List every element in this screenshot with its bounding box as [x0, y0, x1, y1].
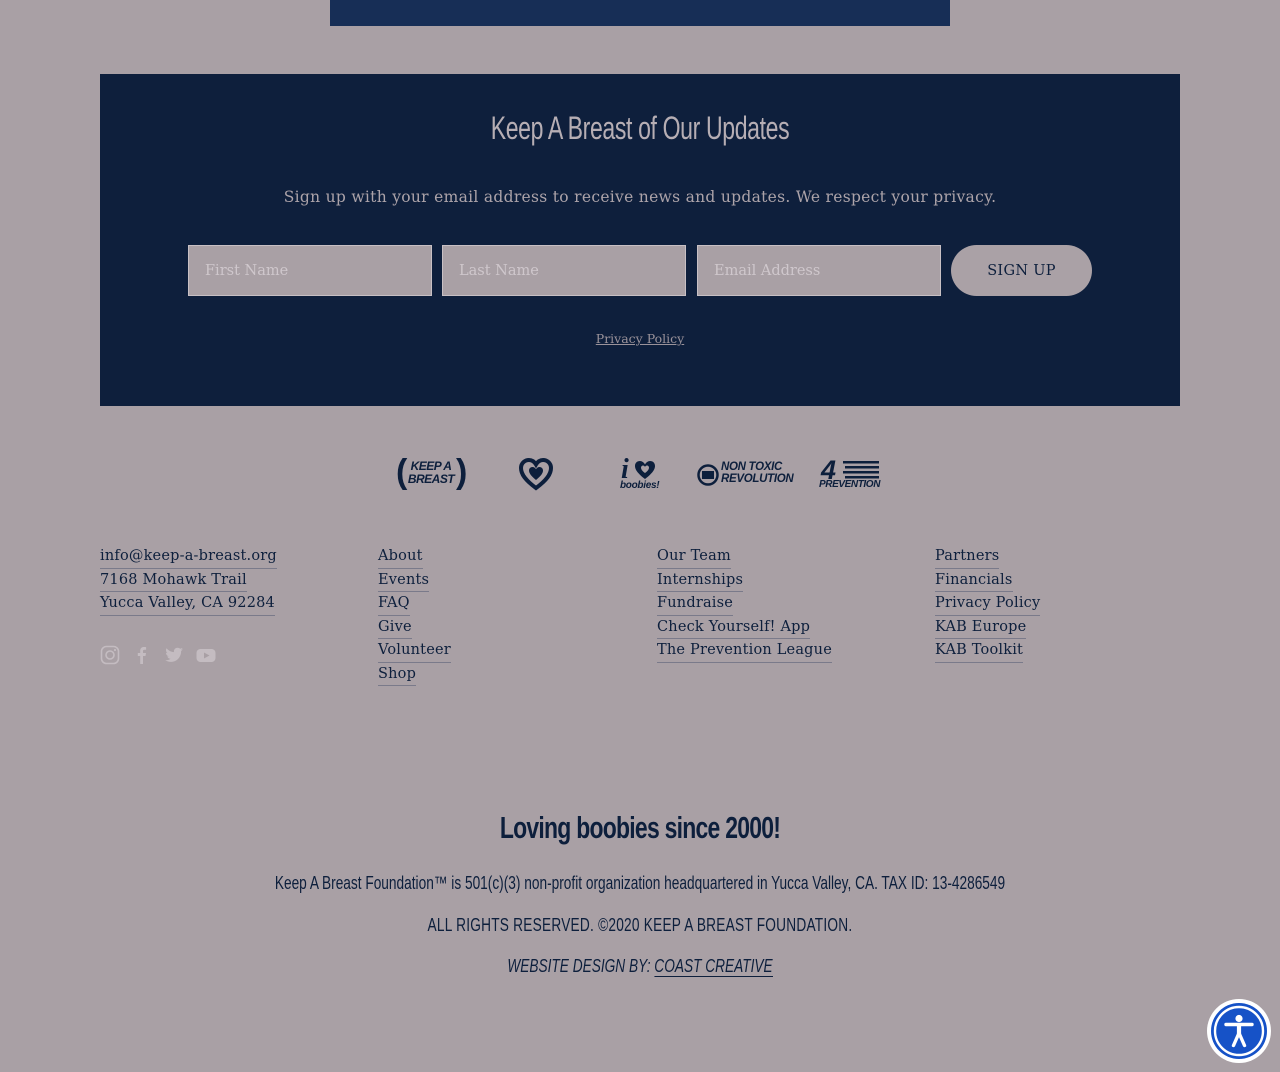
non-toxic-revolution-logo[interactable]: NON TOXIC REVOLUTION — [697, 458, 794, 492]
copyright-notice: ALL RIGHTS RESERVED. ©2020 KEEP A BREAST… — [427, 915, 853, 935]
instagram-icon[interactable] — [100, 645, 120, 665]
footer-link-about[interactable]: About — [378, 545, 423, 569]
footer-link-kab-europe[interactable]: KAB Europe — [935, 616, 1027, 639]
signup-privacy-link[interactable]: Privacy Policy — [100, 331, 1180, 346]
address-line1-link[interactable]: 7168 Mohawk Trail — [100, 569, 247, 592]
ntr-circle-icon — [697, 464, 719, 486]
newsletter-signup-panel: Keep A Breast of Our Updates Sign up wit… — [100, 74, 1180, 406]
first-name-input[interactable] — [188, 245, 432, 296]
partner-logos: ( KEEP A BREAST ) i boobies! NON TOXIC R… — [0, 453, 1280, 492]
footer-link-faq[interactable]: FAQ — [378, 592, 410, 616]
kab-logo-line2: BREAST — [407, 472, 455, 486]
double-heart-icon — [518, 457, 554, 491]
footer-link-give[interactable]: Give — [378, 616, 412, 639]
design-credit-prefix: WEBSITE DESIGN BY: — [507, 956, 655, 976]
accessibility-icon — [1213, 1005, 1265, 1057]
footer-links-column-2: About Events FAQ Give Volunteer Shop — [378, 545, 451, 686]
footer-link-volunteer[interactable]: Volunteer — [378, 639, 451, 663]
footer-link-internships[interactable]: Internships — [657, 569, 744, 592]
signup-subtitle: Sign up with your email address to recei… — [283, 188, 997, 206]
i-love-boobies-word: boobies! — [620, 480, 660, 491]
footer-link-privacy-policy[interactable]: Privacy Policy — [935, 592, 1041, 616]
footer-contact-column: info@keep-a-breast.org 7168 Mohawk Trail… — [100, 545, 277, 616]
email-input[interactable] — [697, 245, 941, 296]
youtube-icon[interactable] — [196, 645, 216, 665]
footer-link-fundraise[interactable]: Fundraise — [657, 592, 734, 616]
footer-link-our-team[interactable]: Our Team — [657, 545, 731, 569]
footer-link-financials[interactable]: Financials — [935, 569, 1013, 592]
footer-link-events[interactable]: Events — [378, 569, 430, 592]
address-line2-link[interactable]: Yucca Valley, CA 92284 — [100, 592, 275, 616]
footer-links-column-4: Partners Financials Privacy Policy KAB E… — [935, 545, 1041, 663]
contact-email-link[interactable]: info@keep-a-breast.org — [100, 545, 277, 569]
ntr-logo-line1: NON TOXIC — [721, 461, 782, 473]
twitter-icon[interactable] — [164, 645, 184, 665]
design-credit: WEBSITE DESIGN BY: COAST CREATIVE — [154, 956, 1127, 977]
footer-links-column-3: Our Team Internships Fundraise Check You… — [657, 545, 832, 663]
prevention-league-logo[interactable]: 4 PREVENTION — [819, 455, 881, 492]
footer-tagline: Loving boobies since 2000! — [499, 810, 781, 845]
last-name-input[interactable] — [442, 245, 686, 296]
ntr-logo-line2: REVOLUTION — [721, 472, 794, 485]
top-banner-bar — [330, 0, 950, 26]
keep-a-breast-logo[interactable]: ( KEEP A BREAST ) — [396, 453, 468, 491]
prevention-logo-word: PREVENTION — [819, 479, 881, 490]
accessibility-button[interactable] — [1207, 999, 1271, 1063]
footer-link-kab-toolkit[interactable]: KAB Toolkit — [935, 639, 1024, 663]
sign-up-button[interactable]: SIGN UP — [951, 245, 1092, 296]
facebook-icon[interactable] — [132, 645, 152, 665]
right-bracket-icon: ) — [456, 453, 468, 491]
signup-title: Keep A Breast of Our Updates — [490, 110, 790, 146]
footer-link-check-yourself-app[interactable]: Check Yourself! App — [657, 616, 811, 639]
footer-link-partners[interactable]: Partners — [935, 545, 1000, 569]
coast-creative-link[interactable]: COAST CREATIVE — [654, 956, 773, 977]
nonprofit-statement: Keep A Breast Foundation™ is 501(c)(3) n… — [274, 873, 1006, 893]
footer-link-shop[interactable]: Shop — [378, 663, 417, 686]
heart-icon — [635, 461, 655, 479]
footer-link-prevention-league[interactable]: The Prevention League — [657, 639, 832, 663]
i-love-boobies-logo[interactable]: i boobies! — [620, 454, 660, 492]
double-heart-logo[interactable] — [518, 457, 554, 492]
